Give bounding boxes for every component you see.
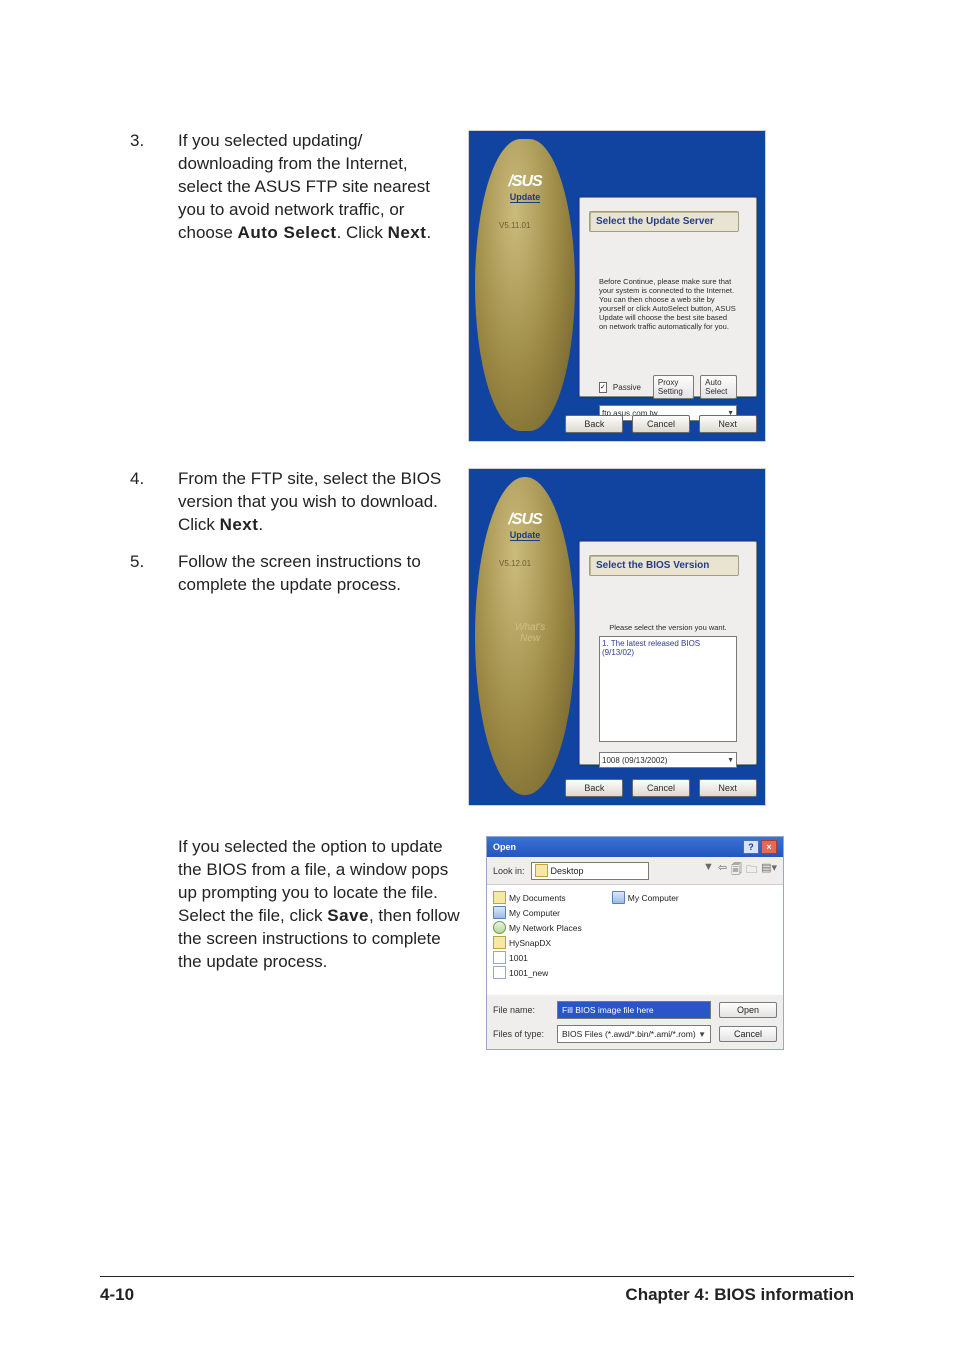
new-folder-icon[interactable]: 🗀 xyxy=(746,861,757,880)
desktop-icon xyxy=(535,864,548,877)
asus-logo: /SUS Update xyxy=(491,511,559,541)
lookin-combo[interactable]: Desktop xyxy=(531,862,649,880)
filename-label: File name: xyxy=(493,1005,549,1015)
lookin-label: Look in: xyxy=(493,866,525,876)
passive-checkbox[interactable]: ✓ xyxy=(599,382,607,393)
computer-icon xyxy=(612,891,625,904)
file-list[interactable]: My Documents My Computer My Network Plac… xyxy=(487,885,783,995)
steps-4-5-text: 4. From the FTP site, select the BIOS ve… xyxy=(130,468,450,611)
screenshot-update-server: /SUS Update V5.11.01 Select the Update S… xyxy=(468,130,764,442)
filetype-combo[interactable]: BIOS Files (*.awd/*.bin/*.ami/*.rom) ▼ xyxy=(557,1025,711,1043)
panel-title: Select the Update Server xyxy=(589,211,739,232)
version-label: V5.12.01 xyxy=(499,559,531,568)
filename-input[interactable]: Fill BIOS image file here xyxy=(557,1001,711,1019)
panel-title: Select the BIOS Version xyxy=(589,555,739,576)
list-item[interactable]: 1001 xyxy=(493,951,582,964)
computer-icon xyxy=(493,906,506,919)
bios-version-list[interactable]: 1. The latest released BIOS (9/13/02) xyxy=(599,636,737,742)
step-4-number: 4. xyxy=(130,468,158,537)
list-item[interactable]: 1001_new xyxy=(493,966,582,979)
version-combo[interactable]: 1008 (09/13/2002) ▼ xyxy=(599,752,737,768)
next-button[interactable]: Next xyxy=(699,415,757,433)
help-button[interactable]: ? xyxy=(743,840,759,854)
asus-logo: /SUS Update xyxy=(491,173,559,203)
up-folder-icon[interactable]: 🗐 xyxy=(731,861,742,880)
folder-icon xyxy=(493,936,506,949)
panel-body: Please select the version you want. 1. T… xyxy=(589,585,747,778)
filetype-label: Files of type: xyxy=(493,1029,549,1039)
view-menu-icon[interactable]: ▤▾ xyxy=(761,861,777,880)
step-5-body: Follow the screen instructions to comple… xyxy=(178,551,450,597)
footer-rule xyxy=(100,1276,854,1277)
proxy-setting-button[interactable]: Proxy Setting xyxy=(653,375,694,399)
chevron-down-icon: ▼ xyxy=(698,1030,706,1039)
screenshot-bios-version: /SUS Update V5.12.01 What's New Select t… xyxy=(468,468,764,806)
open-file-dialog: Open ? × Look in: Desktop ▼ ⇦ 🗐 🗀 ▤▾ xyxy=(486,836,784,1050)
list-item[interactable]: HySnapDX xyxy=(493,936,582,949)
cancel-button[interactable]: Cancel xyxy=(719,1026,777,1042)
list-item[interactable]: My Network Places xyxy=(493,921,582,934)
step-3-body: If you selected updating/ downloading fr… xyxy=(178,130,450,245)
passive-label: Passive xyxy=(613,383,641,392)
panel-body: Before Continue, please make sure that y… xyxy=(589,239,747,431)
step-4-body: From the FTP site, select the BIOS versi… xyxy=(178,468,450,537)
folder-icon xyxy=(493,891,506,904)
open-button[interactable]: Open xyxy=(719,1002,777,1018)
file-icon xyxy=(493,951,506,964)
list-item[interactable]: My Documents xyxy=(493,891,582,904)
back-button[interactable]: Back xyxy=(565,415,623,433)
next-button[interactable]: Next xyxy=(699,779,757,797)
step-3-text: 3. If you selected updating/ downloading… xyxy=(130,130,450,259)
dropdown-icon[interactable]: ▼ xyxy=(703,861,714,880)
version-label: V5.11.01 xyxy=(499,221,530,230)
list-item[interactable]: My Computer xyxy=(612,891,679,904)
cancel-button[interactable]: Cancel xyxy=(632,779,690,797)
chevron-down-icon: ▼ xyxy=(727,757,734,764)
page-number: 4-10 xyxy=(100,1285,134,1305)
step-3-number: 3. xyxy=(130,130,158,245)
file-icon xyxy=(493,966,506,979)
back-button[interactable]: Back xyxy=(565,779,623,797)
auto-select-button[interactable]: Auto Select xyxy=(700,375,737,399)
list-item[interactable]: My Computer xyxy=(493,906,582,919)
step-5-number: 5. xyxy=(130,551,158,597)
cancel-button[interactable]: Cancel xyxy=(632,415,690,433)
close-button[interactable]: × xyxy=(761,840,777,854)
whats-new-label: What's New xyxy=(515,623,545,644)
back-icon[interactable]: ⇦ xyxy=(718,861,727,880)
dialog-title: Open xyxy=(493,842,516,852)
chapter-title: Chapter 4: BIOS information xyxy=(625,1285,854,1305)
network-icon xyxy=(493,921,506,934)
from-file-paragraph: If you selected the option to update the… xyxy=(178,836,468,974)
